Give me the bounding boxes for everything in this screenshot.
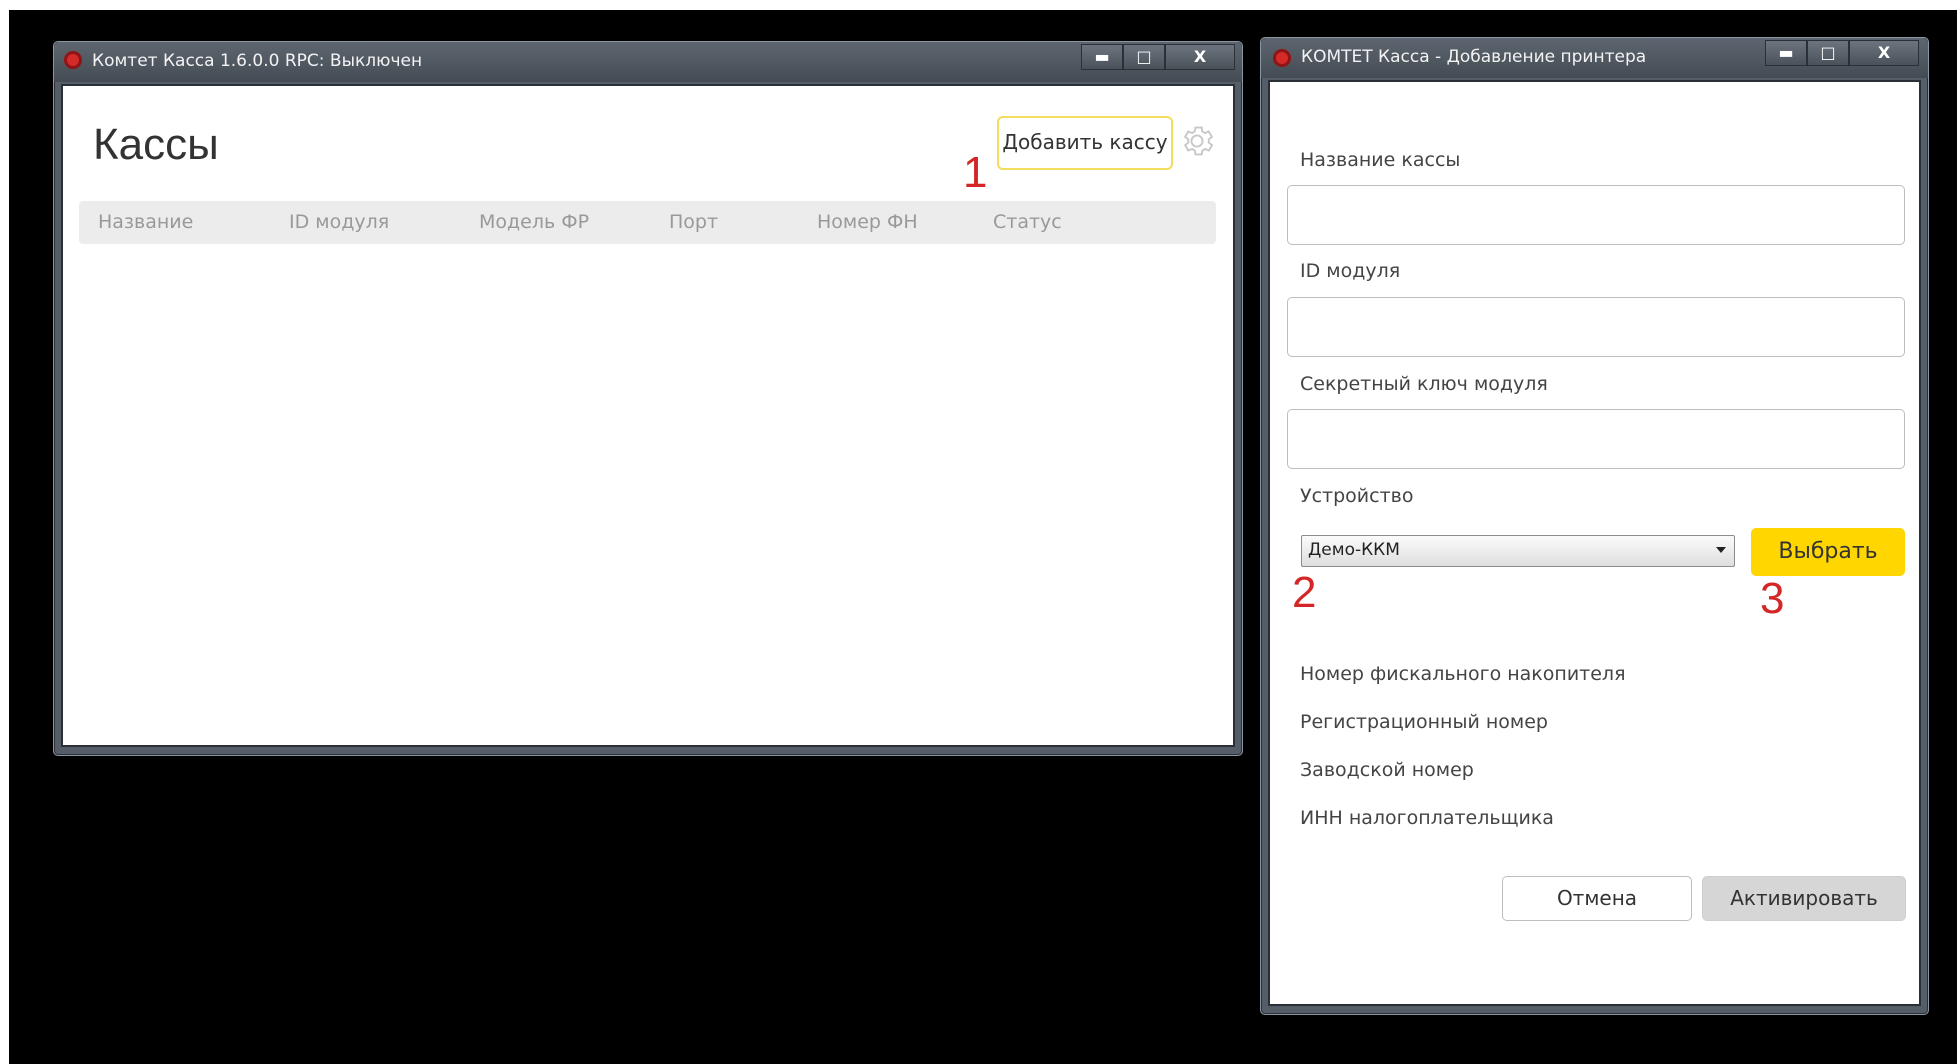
device-select[interactable]: Демо-ККМ <box>1301 535 1735 567</box>
cash-name-label: Название кассы <box>1300 149 1461 171</box>
add-printer-dialog: КОМТЕТ Касса - Добавление принтера ▬ □ X… <box>1260 37 1929 1015</box>
minimize-button[interactable]: ▬ <box>1081 44 1123 70</box>
dialog-titlebar[interactable]: КОМТЕТ Касса - Добавление принтера ▬ □ X <box>1261 38 1928 78</box>
main-window-content: Кассы Добавить кассу 1 Название ID модул… <box>61 84 1235 747</box>
column-header-name[interactable]: Название <box>98 211 193 233</box>
table-header: Название ID модуля Модель ФР Порт Номер … <box>79 201 1216 244</box>
window-controls: ▬ □ X <box>1081 44 1235 70</box>
annotation-2: 2 <box>1292 568 1317 617</box>
dialog-app-logo-icon <box>1273 49 1291 67</box>
page-title: Кассы <box>93 120 219 169</box>
app-logo-icon <box>64 51 82 69</box>
device-label: Устройство <box>1300 485 1414 507</box>
taxpayer-inn-label: ИНН налогоплательщика <box>1300 807 1554 829</box>
factory-number-label: Заводской номер <box>1300 759 1474 781</box>
module-id-label: ID модуля <box>1300 260 1401 282</box>
activate-button[interactable]: Активировать <box>1702 876 1906 921</box>
column-header-fr-model[interactable]: Модель ФР <box>479 211 589 233</box>
add-cash-register-button[interactable]: Добавить кассу <box>997 116 1173 170</box>
dialog-title: КОМТЕТ Касса - Добавление принтера <box>1301 47 1647 67</box>
cash-name-input[interactable] <box>1287 185 1905 245</box>
dialog-minimize-button[interactable]: ▬ <box>1765 40 1807 66</box>
annotation-1: 1 <box>963 148 988 197</box>
select-device-button[interactable]: Выбрать <box>1751 528 1905 576</box>
chevron-down-icon <box>1716 547 1726 553</box>
registration-number-label: Регистрационный номер <box>1300 711 1548 733</box>
maximize-button[interactable]: □ <box>1123 44 1165 70</box>
dialog-content: Название кассы ID модуля Секретный ключ … <box>1268 80 1921 1006</box>
column-header-module-id[interactable]: ID модуля <box>289 211 389 233</box>
close-button[interactable]: X <box>1165 44 1235 70</box>
cancel-button[interactable]: Отмена <box>1502 876 1692 921</box>
column-header-port[interactable]: Порт <box>669 211 718 233</box>
dialog-maximize-button[interactable]: □ <box>1807 40 1849 66</box>
secret-key-label: Секретный ключ модуля <box>1300 373 1548 395</box>
device-selected-value: Демо-ККМ <box>1308 540 1400 560</box>
secret-key-input[interactable] <box>1287 409 1905 469</box>
fiscal-storage-number-label: Номер фискального накопителя <box>1300 663 1626 685</box>
column-header-status[interactable]: Статус <box>993 211 1062 233</box>
main-window: Комтет Касса 1.6.0.0 RPC: Выключен ▬ □ X… <box>53 41 1243 756</box>
main-window-titlebar[interactable]: Комтет Касса 1.6.0.0 RPC: Выключен ▬ □ X <box>54 42 1242 82</box>
dialog-window-controls: ▬ □ X <box>1765 40 1919 66</box>
settings-gear-icon[interactable] <box>1178 122 1216 160</box>
main-window-title: Комтет Касса 1.6.0.0 RPC: Выключен <box>92 51 423 71</box>
annotation-3: 3 <box>1760 574 1785 623</box>
column-header-fn-number[interactable]: Номер ФН <box>817 211 918 233</box>
dialog-close-button[interactable]: X <box>1849 40 1919 66</box>
module-id-input[interactable] <box>1287 297 1905 357</box>
